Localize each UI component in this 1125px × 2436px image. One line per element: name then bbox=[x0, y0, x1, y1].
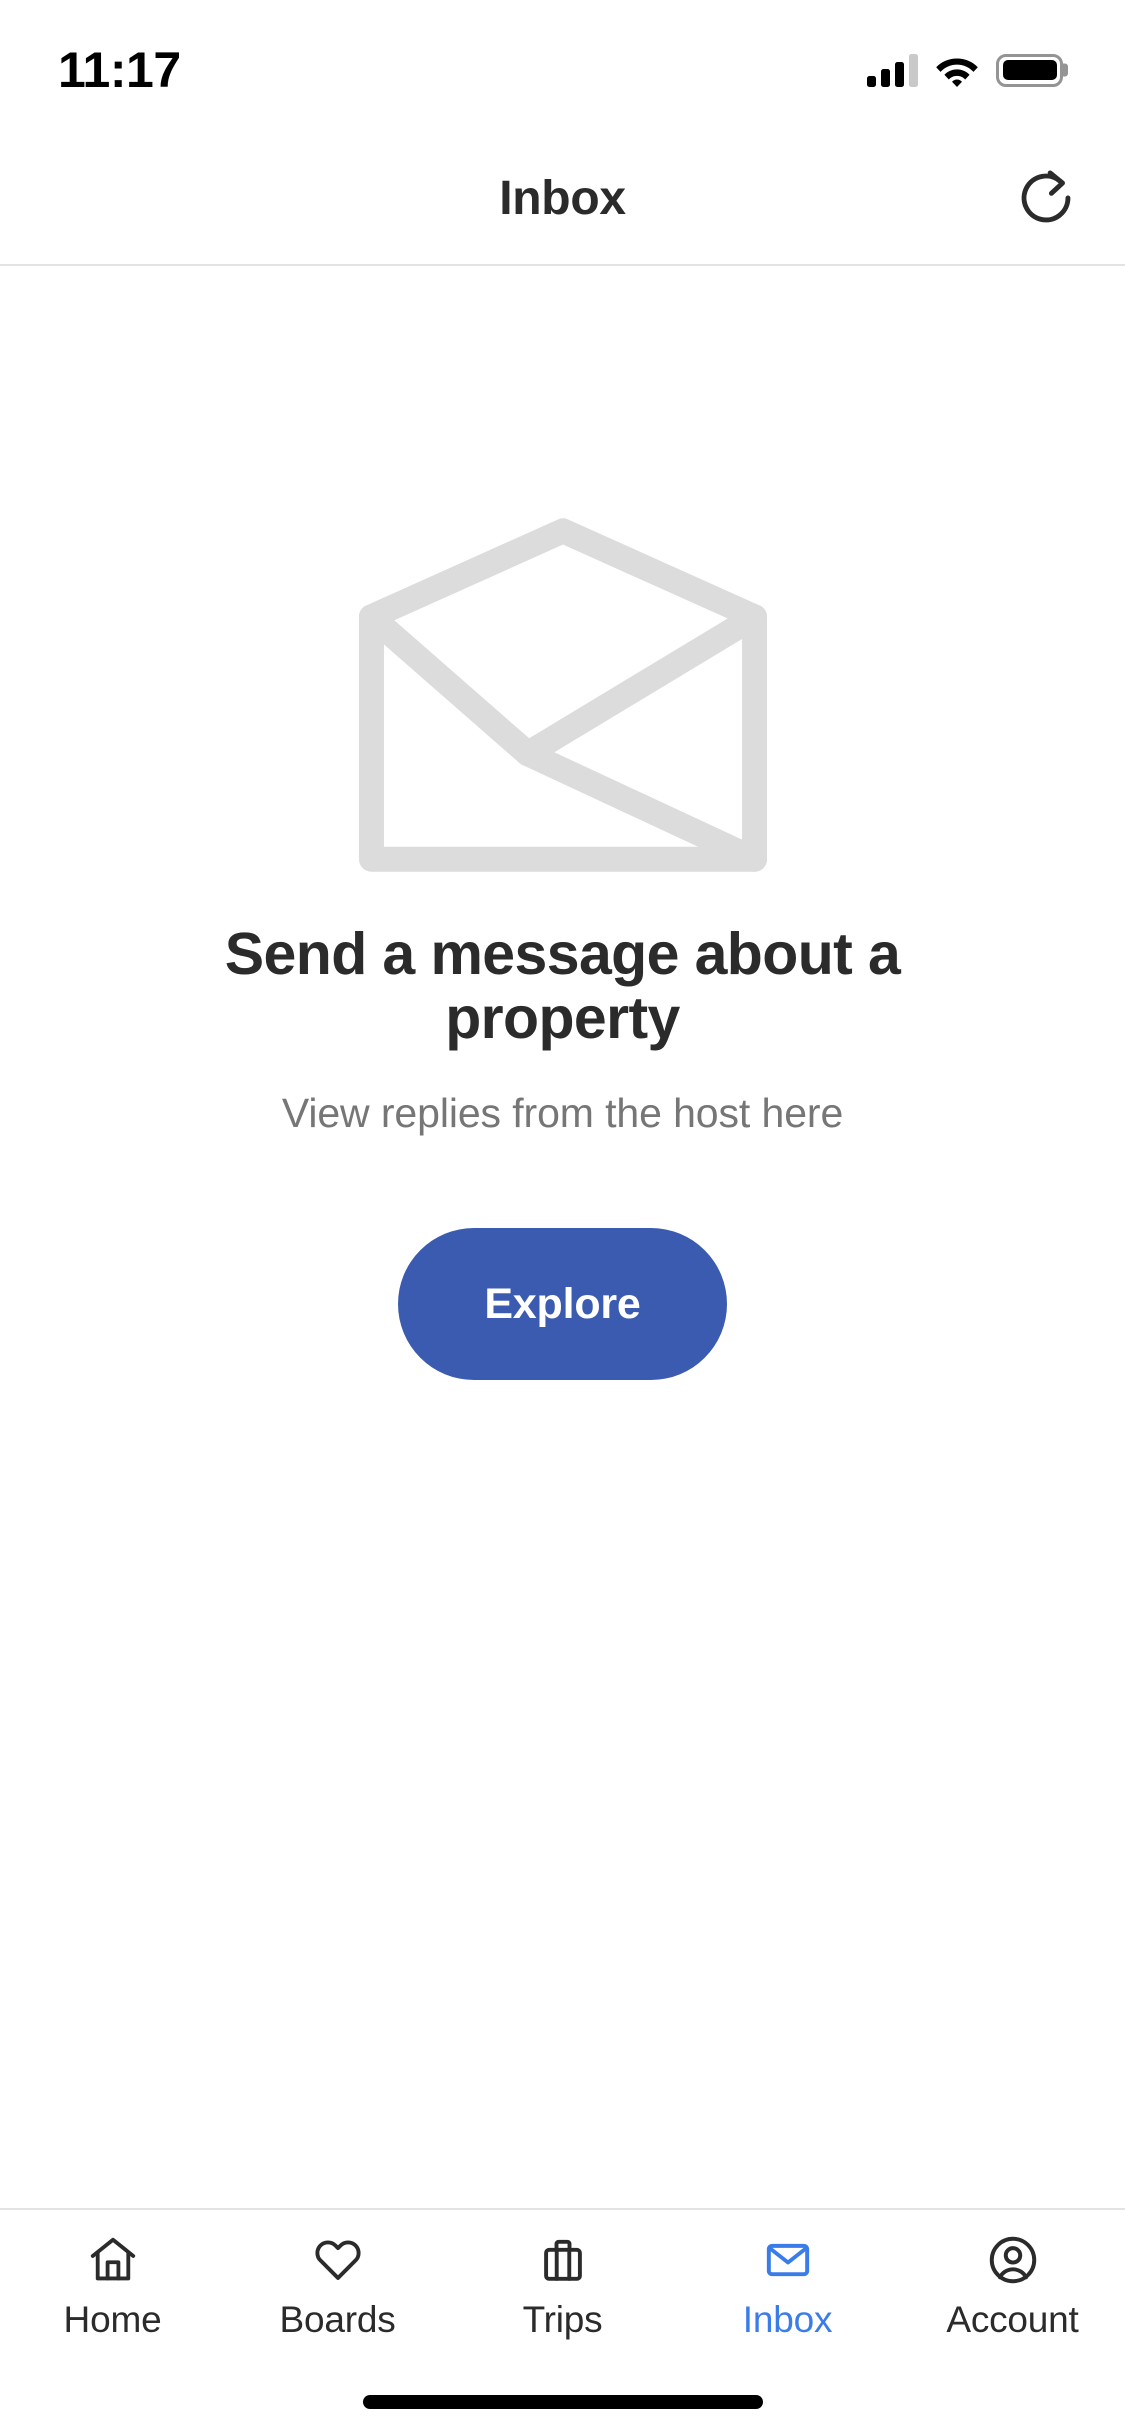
nav-item-home[interactable]: Home bbox=[0, 2232, 225, 2341]
empty-state-subtitle: View replies from the host here bbox=[281, 1090, 844, 1137]
nav-label-home: Home bbox=[63, 2299, 162, 2340]
home-indicator-area bbox=[0, 2368, 1125, 2436]
house-icon bbox=[82, 2232, 144, 2288]
bottom-navigation-bar: Home Boards Trips Inbox Account bbox=[0, 2208, 1125, 2368]
nav-label-trips: Trips bbox=[522, 2299, 603, 2340]
status-bar-time: 11:17 bbox=[58, 42, 181, 98]
person-circle-icon bbox=[982, 2232, 1044, 2288]
heart-icon bbox=[307, 2232, 369, 2288]
nav-item-account[interactable]: Account bbox=[900, 2232, 1125, 2341]
app-header: Inbox bbox=[0, 132, 1125, 266]
status-bar: 11:17 bbox=[0, 0, 1125, 132]
page-title: Inbox bbox=[499, 171, 626, 225]
nav-item-boards[interactable]: Boards bbox=[225, 2232, 450, 2341]
suitcase-icon bbox=[532, 2232, 594, 2288]
cellular-signal-icon bbox=[867, 53, 918, 87]
refresh-icon bbox=[1021, 170, 1071, 223]
status-bar-icons bbox=[867, 53, 1063, 87]
battery-icon bbox=[996, 53, 1063, 87]
nav-item-trips[interactable]: Trips bbox=[450, 2232, 675, 2341]
empty-state-container: Send a message about a property View rep… bbox=[0, 266, 1125, 2208]
app-screen: 11:17 Inbox Send a message about a prope… bbox=[0, 0, 1125, 2436]
nav-item-inbox[interactable]: Inbox bbox=[675, 2232, 900, 2341]
nav-label-boards: Boards bbox=[279, 2299, 396, 2340]
empty-state-title: Send a message about a property bbox=[224, 921, 901, 1051]
open-envelope-icon bbox=[358, 518, 767, 872]
wifi-icon bbox=[936, 58, 978, 87]
explore-button[interactable]: Explore bbox=[398, 1228, 727, 1381]
nav-label-account: Account bbox=[946, 2299, 1079, 2340]
home-indicator-bar[interactable] bbox=[362, 2395, 763, 2409]
envelope-icon bbox=[757, 2232, 819, 2288]
refresh-button[interactable] bbox=[1003, 155, 1089, 241]
nav-label-inbox: Inbox bbox=[742, 2299, 833, 2340]
